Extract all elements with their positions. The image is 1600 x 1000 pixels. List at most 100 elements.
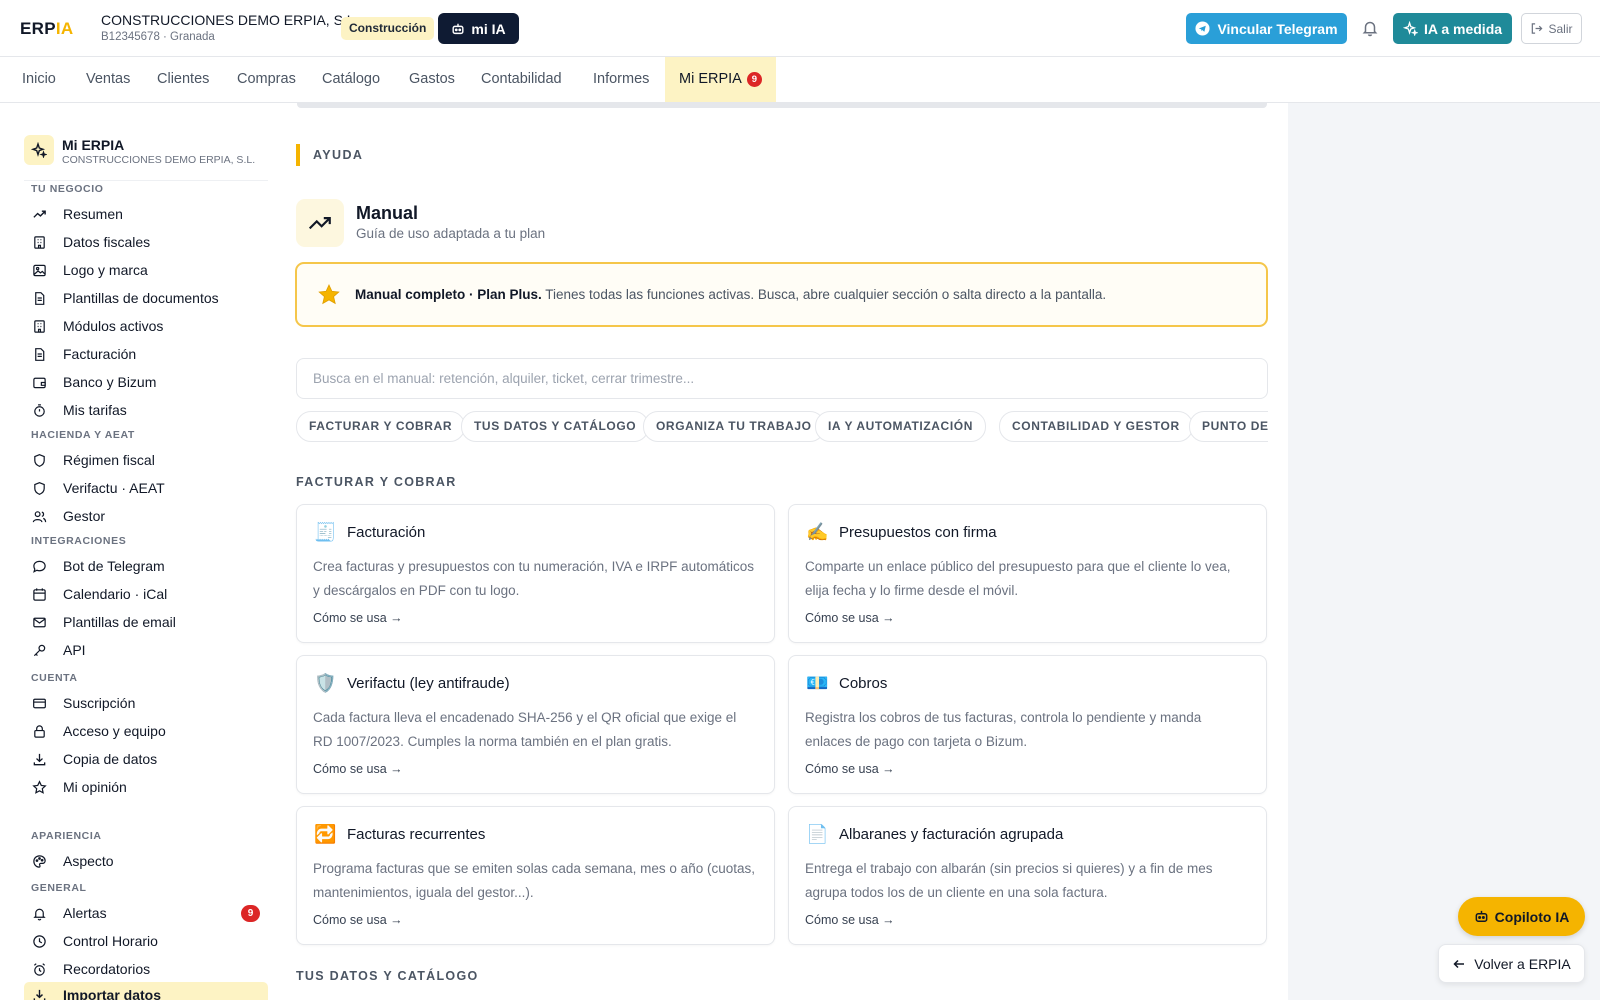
sidebar-item-acceso-equipo[interactable]: Acceso y equipo [31,718,268,744]
trend-icon [31,206,47,222]
chip-contabilidad-gestor[interactable]: CONTABILIDAD Y GESTOR [999,411,1193,442]
tab-informes[interactable]: Informes [593,57,649,102]
page-background [1288,103,1600,1000]
tab-inicio[interactable]: Inicio [22,57,56,102]
chip-punto-de[interactable]: PUNTO DE [1189,411,1268,442]
card-title: Facturación [347,524,426,541]
sidebar-section-integraciones: INTEGRACIONES [31,535,127,547]
plan-notice: Manual completo · Plan Plus. Tienes toda… [295,262,1268,327]
calendar-icon [31,586,47,602]
card-title: Presupuestos con firma [839,524,997,541]
sidebar-item-importar-datos[interactable]: Importar datos [24,982,268,1000]
sidebar-item-facturacion[interactable]: Facturación [31,341,268,367]
tab-compras[interactable]: Compras [237,57,296,102]
card-presupuestos-firma[interactable]: ✍️ Presupuestos con firma Comparte un en… [788,504,1267,643]
card-albaranes[interactable]: 📄 Albaranes y facturación agrupada Entre… [788,806,1267,945]
sidebar-item-calendario[interactable]: Calendario · iCal [31,581,268,607]
card-description: Registra los cobros de tus facturas, con… [805,710,1202,749]
sparkles-icon [1402,21,1418,36]
wallet-icon [31,374,47,390]
sidebar-item-copia-datos[interactable]: Copia de datos [31,746,268,772]
ia-a-medida-button[interactable]: IA a medida [1393,13,1512,44]
manual-search-input[interactable] [296,358,1268,399]
sidebar-item-logo-y-marca[interactable]: Logo y marca [31,257,268,283]
sidebar-item-modulos-activos[interactable]: Módulos activos [31,313,268,339]
sidebar-item-verifactu[interactable]: Verifactu · AEAT [31,475,268,501]
sidebar-item-regimen-fiscal[interactable]: Régimen fiscal [31,447,268,473]
clock-icon [31,933,47,949]
card-link[interactable]: Cómo se usa → [805,611,895,625]
company-meta: B12345678 · Granada [101,31,215,43]
key-icon [31,642,47,658]
chip-facturar-cobrar[interactable]: FACTURAR Y COBRAR [296,411,466,442]
sparkles-icon [24,135,54,165]
sidebar-item-alertas[interactable]: Alertas 9 [31,900,268,926]
card-cobros[interactable]: 💶 Cobros Registra los cobros de tus fact… [788,655,1267,794]
category-chips: FACTURAR Y COBRAR TUS DATOS Y CATÁLOGO O… [296,411,1268,443]
alarm-icon [31,961,47,977]
manual-subtitle: Guía de uso adaptada a tu plan [356,226,546,241]
download-icon [31,751,47,767]
main-nav: Inicio Ventas Clientes Compras Catálogo … [0,57,1600,103]
card-verifactu[interactable]: 🛡️ Verifactu (ley antifraude) Cada factu… [296,655,775,794]
tab-mi-erpia[interactable]: Mi ERPIA 9 [665,57,776,102]
card-title: Verifactu (ley antifraude) [347,675,510,692]
sidebar-item-recordatorios[interactable]: Recordatorios [31,956,268,982]
lock-icon [31,723,47,739]
company-name: CONSTRUCCIONES DEMO ERPIA, S.L. [101,12,359,28]
sidebar-item-bot-telegram[interactable]: Bot de Telegram [31,553,268,579]
timer-icon [31,402,47,418]
tab-catalogo[interactable]: Catálogo [322,57,380,102]
notifications-bell-icon[interactable] [1361,19,1379,37]
robot-icon [1474,909,1489,924]
volver-erpia-button[interactable]: Volver a ERPIA [1438,944,1585,983]
top-bar: ERPIA CONSTRUCCIONES DEMO ERPIA, S.L. B1… [0,0,1600,57]
sidebar-item-plantillas-documentos[interactable]: Plantillas de documentos [31,285,268,311]
robot-icon [451,22,465,36]
manual-title: Manual [356,203,419,223]
tab-ventas[interactable]: Ventas [86,57,130,102]
salir-button[interactable]: Salir [1521,13,1582,44]
users-icon [31,508,47,524]
sidebar-item-plantillas-email[interactable]: Plantillas de email [31,609,268,635]
sidebar-item-suscripcion[interactable]: Suscripción [31,690,268,716]
card-link[interactable]: Cómo se usa → [313,913,403,927]
money-icon: 💶 [806,673,829,693]
sidebar-item-mis-tarifas[interactable]: Mis tarifas [31,397,268,423]
document-icon [31,346,47,362]
chip-tus-datos-catalogo[interactable]: TUS DATOS Y CATÁLOGO [461,411,650,442]
trend-icon [296,199,344,247]
tab-clientes[interactable]: Clientes [157,57,209,102]
sidebar: Mi ERPIA CONSTRUCCIONES DEMO ERPIA, S.L.… [0,103,278,1000]
help-section-label: AYUDA [296,144,363,166]
card-link[interactable]: Cómo se usa → [805,762,895,776]
card-description: Programa facturas que se emiten solas ca… [313,861,755,900]
sidebar-section-hacienda: HACIENDA Y AEAT [31,429,135,441]
card-description: Comparte un enlace público del presupues… [805,559,1231,598]
chip-organiza-trabajo[interactable]: ORGANIZA TU TRABAJO [643,411,825,442]
vincular-telegram-button[interactable]: Vincular Telegram [1186,13,1347,44]
palette-icon [31,853,47,869]
sidebar-item-datos-fiscales[interactable]: Datos fiscales [31,229,268,255]
sidebar-item-gestor[interactable]: Gestor [31,503,268,529]
sidebar-item-resumen[interactable]: Resumen [31,201,268,227]
sidebar-item-aspecto[interactable]: Aspecto [31,848,268,874]
tab-gastos[interactable]: Gastos [409,57,455,102]
card-facturacion[interactable]: 🧾 Facturación Crea facturas y presupuest… [296,504,775,643]
sidebar-item-mi-opinion[interactable]: Mi opinión [31,774,268,800]
sidebar-item-api[interactable]: API [31,637,268,663]
mi-ia-button[interactable]: mi IA [438,13,519,44]
card-link[interactable]: Cómo se usa → [313,611,403,625]
arrow-left-icon [1452,957,1466,971]
card-facturas-recurrentes[interactable]: 🔁 Facturas recurrentes Programa facturas… [296,806,775,945]
erpia-logo[interactable]: ERPIA [20,19,73,39]
card-description: Cada factura lleva el encadenado SHA-256… [313,710,737,749]
sidebar-item-banco-bizum[interactable]: Banco y Bizum [31,369,268,395]
plan-notice-text: Manual completo · Plan Plus. Tienes toda… [355,287,1107,302]
copiloto-ia-button[interactable]: Copiloto IA [1458,897,1585,936]
chip-ia-automatizacion[interactable]: IA Y AUTOMATIZACIÓN [815,411,986,442]
sidebar-item-control-horario[interactable]: Control Horario [31,928,268,954]
tab-contabilidad[interactable]: Contabilidad [481,57,562,102]
card-link[interactable]: Cómo se usa → [313,762,403,776]
card-link[interactable]: Cómo se usa → [805,913,895,927]
